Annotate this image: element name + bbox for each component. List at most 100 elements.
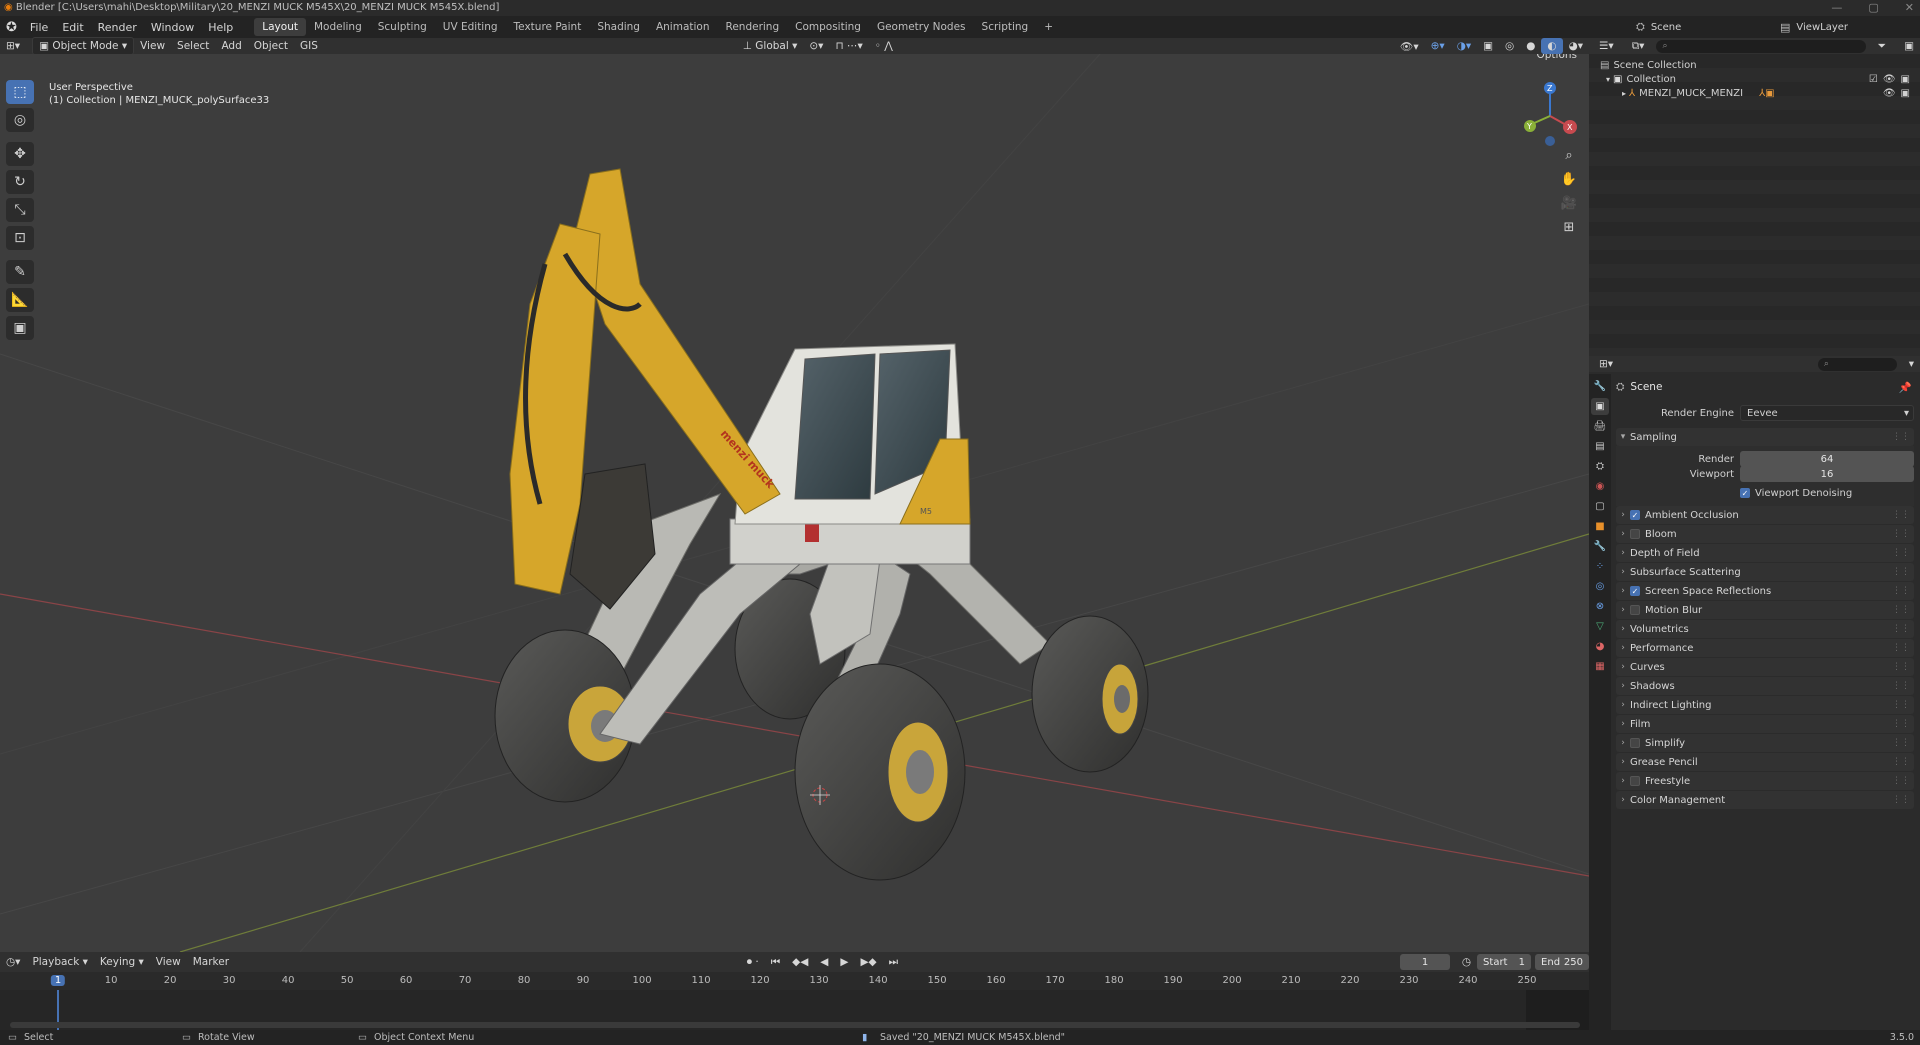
excavator-model[interactable]: M5 menzi muck xyxy=(494,168,1149,881)
drag-grip-icon[interactable]: ⋮⋮ xyxy=(1892,548,1910,558)
shading-rendered-icon[interactable]: ◕▾ xyxy=(1563,38,1589,54)
modifier-tab-icon[interactable]: 🔧 xyxy=(1591,538,1609,555)
tab-uv-editing[interactable]: UV Editing xyxy=(435,18,506,36)
outliner-row-object[interactable]: ▸ ⅄ MENZI_MUCK_MENZI ⅄▣ 👁 ▣ xyxy=(1600,86,1916,100)
menu-add[interactable]: Add xyxy=(215,38,247,54)
outliner-row-scene-collection[interactable]: ▤ Scene Collection xyxy=(1600,58,1916,72)
menu-render[interactable]: Render xyxy=(91,21,144,34)
panel-motion-blur[interactable]: › Motion Blur ⋮⋮ xyxy=(1616,601,1914,619)
gizmo-toggle-icon[interactable]: ⊕▾ xyxy=(1425,38,1451,54)
menu-edit[interactable]: Edit xyxy=(55,21,90,34)
camera-icon[interactable]: ▣ xyxy=(1901,74,1910,85)
maximize-button[interactable]: ▢ xyxy=(1868,0,1878,16)
timeline-ruler[interactable]: 1 10 20 30 40 50 60 70 80 90 100 110 120 130 140 150 160… xyxy=(0,972,1589,990)
drag-grip-icon[interactable]: ⋮⋮ xyxy=(1892,529,1910,539)
pan-hand-icon[interactable]: ✋ xyxy=(1558,168,1580,190)
menu-select[interactable]: Select xyxy=(171,38,215,54)
particles-tab-icon[interactable]: ⁘ xyxy=(1591,558,1609,575)
panel-grease-pencil[interactable]: › Grease Pencil ⋮⋮ xyxy=(1616,753,1914,771)
drag-grip-icon[interactable]: ⋮⋮ xyxy=(1892,700,1910,710)
render-tab-icon[interactable]: ▣ xyxy=(1591,398,1609,415)
play-icon[interactable]: ▶ xyxy=(834,954,854,970)
render-samples-field[interactable]: 64 xyxy=(1740,451,1914,467)
drag-grip-icon[interactable]: ⋮⋮ xyxy=(1892,719,1910,729)
panel-film[interactable]: › Film ⋮⋮ xyxy=(1616,715,1914,733)
scale-icon[interactable]: ⤡ xyxy=(6,198,34,222)
camera-view-icon[interactable]: 🎥 xyxy=(1558,192,1580,214)
next-keyframe-icon[interactable]: ▶◆ xyxy=(854,954,882,970)
eye-icon[interactable]: 👁 xyxy=(1883,88,1896,99)
properties-options-icon[interactable]: ▾ xyxy=(1903,356,1920,372)
add-workspace-button[interactable]: + xyxy=(1036,18,1061,36)
drag-grip-icon[interactable]: ⋮⋮ xyxy=(1892,510,1910,520)
end-frame-field[interactable]: End 250 xyxy=(1535,954,1590,970)
timeline-scrollbar[interactable] xyxy=(10,1022,1580,1028)
menu-file[interactable]: File xyxy=(23,21,55,34)
outliner-row-collection[interactable]: ▾ ▣ Collection ☑ 👁 ▣ xyxy=(1600,72,1916,86)
record-icon[interactable]: ⏺ · xyxy=(741,954,765,971)
transform-icon[interactable]: ⊡ xyxy=(6,226,34,250)
tab-scripting[interactable]: Scripting xyxy=(974,18,1037,36)
drag-grip-icon[interactable]: ⋮⋮ xyxy=(1892,662,1910,672)
world-tab-icon[interactable]: ◉ xyxy=(1591,478,1609,495)
properties-editor-icon[interactable]: ⊞▾ xyxy=(1593,356,1619,372)
tab-texture-paint[interactable]: Texture Paint xyxy=(506,18,590,36)
camera-icon[interactable]: ▣ xyxy=(1901,88,1910,99)
drag-grip-icon[interactable]: ⋮⋮ xyxy=(1892,624,1910,634)
visibility-icon[interactable]: 👁▾ xyxy=(1394,38,1425,55)
panel-simplify[interactable]: › Simplify ⋮⋮ xyxy=(1616,734,1914,752)
panel-ambient-occlusion[interactable]: › ✓ Ambient Occlusion ⋮⋮ xyxy=(1616,506,1914,524)
transform-orientation-dropdown[interactable]: ⊥ Global ▾ xyxy=(737,38,804,54)
viewport-denoising-checkbox[interactable]: ✓ xyxy=(1740,488,1750,498)
jump-end-icon[interactable]: ⏭ xyxy=(883,954,904,971)
viewlayer-selector[interactable]: ▤ ViewLayer xyxy=(1780,18,1900,36)
panel-performance[interactable]: › Performance ⋮⋮ xyxy=(1616,639,1914,657)
viewport-denoising-row[interactable]: ✓ Viewport Denoising xyxy=(1740,486,1852,500)
drag-grip-icon[interactable]: ⋮⋮ xyxy=(1892,757,1910,767)
object-tab-icon[interactable]: ■ xyxy=(1591,518,1609,535)
blender-menu-icon[interactable]: ✪ xyxy=(0,20,23,35)
perspective-toggle-icon[interactable]: ⊞ xyxy=(1558,216,1580,238)
menu-keying[interactable]: Keying ▾ xyxy=(94,954,150,970)
panel-indirect-lighting[interactable]: › Indirect Lighting ⋮⋮ xyxy=(1616,696,1914,714)
menu-object[interactable]: Object xyxy=(248,38,294,54)
navigation-gizmo[interactable]: Z X Y xyxy=(1520,78,1580,148)
new-collection-icon[interactable]: ▣ xyxy=(1898,38,1920,54)
tab-sculpting[interactable]: Sculpting xyxy=(370,18,435,36)
timeline-track-area[interactable] xyxy=(0,990,1589,1034)
select-box-icon[interactable]: ⬚ xyxy=(6,80,34,104)
move-icon[interactable]: ✥ xyxy=(6,142,34,166)
drag-grip-icon[interactable]: ⋮⋮ xyxy=(1892,776,1910,786)
options-button[interactable]: Options xyxy=(1530,54,1583,61)
panel-enable-checkbox[interactable]: ✓ xyxy=(1630,586,1640,596)
minimize-button[interactable]: — xyxy=(1831,0,1842,16)
drag-grip-icon[interactable]: ⋮⋮ xyxy=(1892,605,1910,615)
menu-view[interactable]: View xyxy=(134,38,171,54)
start-frame-field[interactable]: Start 1 xyxy=(1477,954,1532,970)
panel-screen-space-reflections[interactable]: › ✓ Screen Space Reflections ⋮⋮ xyxy=(1616,582,1914,600)
play-reverse-icon[interactable]: ◀ xyxy=(814,954,834,970)
editor-type-icon[interactable]: ⊞▾ xyxy=(0,38,26,54)
eye-icon[interactable]: 👁 xyxy=(1883,74,1896,85)
annotate-icon[interactable]: ✎ xyxy=(6,260,34,284)
menu-help[interactable]: Help xyxy=(201,21,240,34)
outliner-search-input[interactable]: ⌕ xyxy=(1656,39,1866,53)
drag-grip-icon[interactable]: ⋮⋮ xyxy=(1892,432,1910,442)
panel-enable-checkbox[interactable] xyxy=(1630,738,1640,748)
display-mode-icon[interactable]: ⧉▾ xyxy=(1626,38,1651,55)
drag-grip-icon[interactable]: ⋮⋮ xyxy=(1892,738,1910,748)
panel-enable-checkbox[interactable] xyxy=(1630,529,1640,539)
panel-bloom[interactable]: › Bloom ⋮⋮ xyxy=(1616,525,1914,543)
material-tab-icon[interactable]: ◕ xyxy=(1591,638,1609,655)
shading-solid-icon[interactable]: ● xyxy=(1520,38,1541,54)
pivot-point-icon[interactable]: ⊙▾ xyxy=(803,38,829,54)
scene-tab-icon[interactable]: ⛭ xyxy=(1591,458,1609,475)
tab-rendering[interactable]: Rendering xyxy=(718,18,788,36)
drag-grip-icon[interactable]: ⋮⋮ xyxy=(1892,795,1910,805)
view-layer-tab-icon[interactable]: ▤ xyxy=(1591,438,1609,455)
panel-depth-of-field[interactable]: › Depth of Field ⋮⋮ xyxy=(1616,544,1914,562)
panel-curves[interactable]: › Curves ⋮⋮ xyxy=(1616,658,1914,676)
texture-tab-icon[interactable]: ▦ xyxy=(1591,658,1609,675)
shading-material-icon[interactable]: ◐ xyxy=(1541,38,1563,54)
measure-icon[interactable]: 📐 xyxy=(6,288,34,312)
